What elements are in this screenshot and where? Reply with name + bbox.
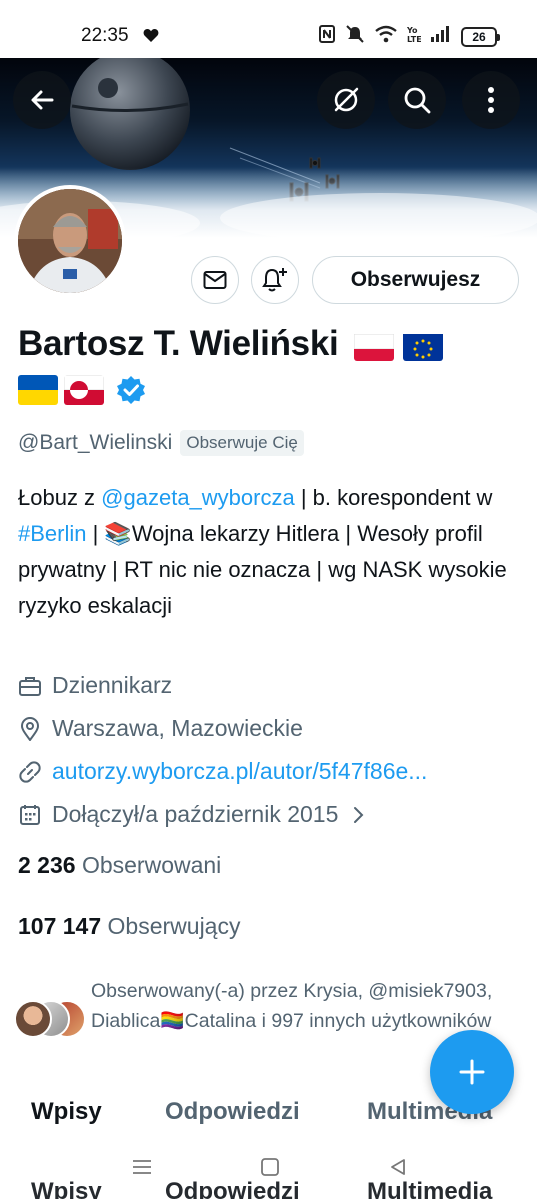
bio-hashtag-link[interactable]: #Berlin <box>18 521 86 546</box>
briefcase-icon <box>18 674 42 698</box>
profile-avatar[interactable] <box>14 185 126 297</box>
status-time: 22:35 <box>81 25 129 46</box>
following-label: Obserwowani <box>81 852 222 878</box>
eu-flag-icon <box>403 331 444 361</box>
status-bar: 22:35 Yo LTE 26 <box>0 0 537 58</box>
verified-badge-icon[interactable] <box>116 375 146 405</box>
envelope-icon <box>203 271 227 289</box>
tab-posts-ghost: Wpisy <box>31 1178 102 1199</box>
location-text: Warszawa, Mazowieckie <box>52 715 303 741</box>
bell-plus-icon <box>262 268 287 292</box>
search-icon <box>404 87 431 114</box>
profile-name-row: Bartosz T. Wieliński <box>18 322 444 366</box>
home-square-icon <box>261 1158 279 1176</box>
profile-bio: Łobuz z @gazeta_wyborcza | b. koresponde… <box>18 480 508 624</box>
bio-text: Łobuz z <box>18 485 102 510</box>
menu-icon <box>133 1160 151 1174</box>
followers-count-link[interactable]: 107 147 Obserwujący <box>18 913 240 940</box>
search-button[interactable] <box>388 71 446 129</box>
grok-icon <box>334 87 359 112</box>
system-back-button[interactable] <box>378 1152 418 1182</box>
plus-icon <box>459 1059 485 1085</box>
avatar <box>14 1000 52 1038</box>
compose-button[interactable] <box>430 1030 514 1114</box>
followers-label: Obserwujący <box>107 913 241 939</box>
message-button[interactable] <box>191 256 239 304</box>
bio-text: | 📚Wojna lekarzy Hitlera | Wesoły profil… <box>18 521 507 618</box>
avatar-image <box>18 189 122 293</box>
wifi-icon <box>375 25 397 48</box>
notifications-button[interactable] <box>251 256 299 304</box>
profile-name: Bartosz T. Wieliński <box>18 324 339 363</box>
recent-apps-button[interactable] <box>122 1152 162 1182</box>
system-nav-bar: Wpisy Odpowiedzi Multimedia <box>0 1140 537 1199</box>
ukraine-flag-icon <box>18 375 58 405</box>
website-item[interactable]: autorzy.wyborcza.pl/autor/5f47f86e... <box>18 758 427 785</box>
following-button[interactable]: Obserwujesz <box>312 256 519 304</box>
profession-text: Dziennikarz <box>52 672 173 698</box>
home-button[interactable] <box>250 1152 290 1182</box>
joined-text: Dołączył/a październik 2015 <box>52 801 339 827</box>
grok-button[interactable] <box>317 71 375 129</box>
more-options-button[interactable] <box>462 71 520 129</box>
location-pin-icon <box>18 716 42 741</box>
profile-name-flags <box>18 375 146 405</box>
poland-flag-icon <box>353 331 394 361</box>
calendar-icon <box>18 803 42 827</box>
greenland-flag-icon <box>64 375 104 405</box>
signal-icon <box>431 26 451 47</box>
back-button[interactable] <box>13 71 71 129</box>
profession-item: Dziennikarz <box>18 672 172 699</box>
following-count-link[interactable]: 2 236 Obserwowani <box>18 852 221 879</box>
following-count: 2 236 <box>18 852 76 878</box>
followed-by-text: Obserwowany(-a) przez Krysia, @misiek790… <box>91 980 493 1032</box>
joined-item[interactable]: Dołączył/a październik 2015 <box>18 801 364 828</box>
followers-you-know-avatars <box>14 1000 90 1038</box>
status-icons: Yo LTE 26 <box>319 25 500 48</box>
volte-icon: Yo LTE <box>406 25 422 48</box>
link-icon <box>18 760 42 784</box>
profile-handle: @Bart_Wielinski <box>18 431 173 454</box>
followers-count: 107 147 <box>18 913 102 939</box>
svg-text:LTE: LTE <box>407 35 421 43</box>
website-link[interactable]: autorzy.wyborcza.pl/autor/5f47f86e... <box>52 758 427 785</box>
battery-icon: 26 <box>461 26 500 47</box>
heart-icon <box>143 28 159 48</box>
handle-row: @Bart_Wielinski Obserwuje Cię <box>18 430 304 456</box>
follows-you-badge: Obserwuje Cię <box>180 430 304 456</box>
svg-text:Yo: Yo <box>407 26 418 35</box>
tab-replies[interactable]: Odpowiedzi <box>165 1098 300 1126</box>
chevron-right-icon <box>352 806 364 824</box>
bio-mention-link[interactable]: @gazeta_wyborcza <box>101 485 295 510</box>
nfc-icon <box>319 25 335 48</box>
mute-icon <box>345 25 365 48</box>
tab-posts[interactable]: Wpisy <box>31 1098 102 1126</box>
triangle-back-icon <box>391 1159 405 1175</box>
arrow-left-icon <box>31 90 54 110</box>
more-vertical-icon <box>488 87 494 113</box>
bio-text: | b. korespondent w <box>294 485 493 510</box>
location-item: Warszawa, Mazowieckie <box>18 715 303 742</box>
